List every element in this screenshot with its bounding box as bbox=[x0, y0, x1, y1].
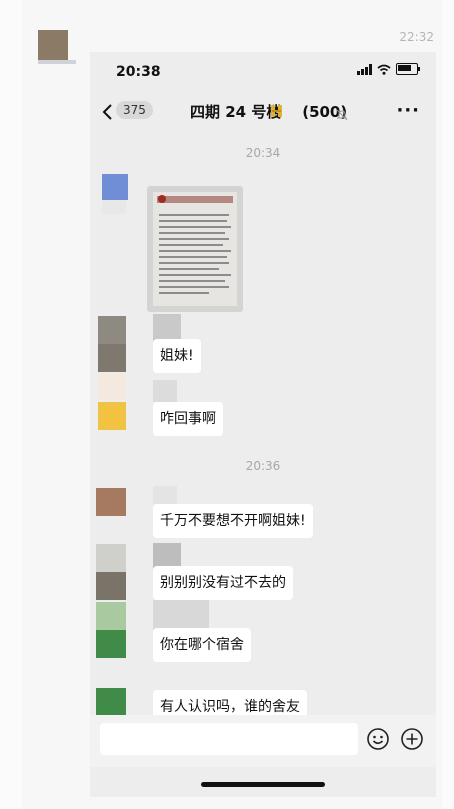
signal-icon bbox=[357, 63, 372, 75]
sender-name bbox=[153, 600, 209, 630]
message-input[interactable] bbox=[100, 723, 358, 755]
avatar[interactable] bbox=[96, 688, 126, 716]
avatar[interactable] bbox=[98, 344, 126, 372]
timestamp-divider: 20:36 bbox=[245, 459, 281, 473]
document-photo bbox=[153, 192, 237, 306]
chat-bubble[interactable]: 别别别没有过不去的 bbox=[153, 566, 293, 600]
avatar-fragment bbox=[98, 374, 126, 400]
document-text-line bbox=[159, 292, 209, 294]
outer-timestamp: 22:32 bbox=[399, 30, 434, 44]
avatar[interactable] bbox=[96, 488, 126, 516]
document-seal bbox=[158, 195, 166, 203]
image-message[interactable] bbox=[147, 186, 243, 312]
group-title: 四期 24 号楼 (500) bbox=[190, 103, 348, 121]
document-text-line bbox=[159, 250, 231, 252]
chat-header: 375 四期 24 号楼 (500) ··· bbox=[90, 92, 436, 132]
document-text-line bbox=[159, 262, 229, 264]
avatar[interactable] bbox=[98, 402, 126, 430]
unread-count-badge[interactable]: 375 bbox=[116, 101, 153, 119]
battery-icon bbox=[396, 63, 420, 75]
document-text-line bbox=[159, 256, 227, 258]
document-text-line bbox=[159, 286, 229, 288]
sender-name bbox=[153, 380, 177, 402]
wifi-icon bbox=[377, 64, 391, 75]
document-text-line bbox=[159, 268, 219, 270]
avatar[interactable] bbox=[96, 572, 126, 600]
group-emoji-icon bbox=[271, 105, 282, 117]
plus-icon[interactable] bbox=[400, 727, 424, 751]
sender-name bbox=[153, 486, 177, 504]
input-bar bbox=[90, 715, 436, 767]
document-text-line bbox=[159, 226, 231, 228]
avatar[interactable] bbox=[96, 602, 126, 630]
avatar-fragment bbox=[102, 200, 126, 214]
document-text-line bbox=[159, 238, 229, 240]
chevron-left-icon[interactable] bbox=[100, 102, 116, 122]
avatar[interactable] bbox=[102, 174, 128, 200]
emoji-icon[interactable] bbox=[366, 727, 390, 751]
chat-bubble[interactable]: 千万不要想不开啊姐妹! bbox=[153, 504, 313, 538]
document-text-line bbox=[159, 220, 227, 222]
sender-name bbox=[153, 314, 181, 342]
status-time: 20:38 bbox=[116, 64, 161, 80]
document-text-line bbox=[159, 214, 229, 216]
chat-bubble[interactable]: 姐妹! bbox=[153, 339, 201, 373]
more-icon[interactable]: ··· bbox=[396, 100, 420, 121]
avatar[interactable] bbox=[98, 316, 126, 344]
home-indicator bbox=[201, 782, 325, 787]
avatar[interactable] bbox=[96, 630, 126, 658]
chat-bubble[interactable]: 咋回事啊 bbox=[153, 402, 223, 436]
outer-sender-caption bbox=[38, 60, 76, 64]
avatar[interactable] bbox=[96, 544, 126, 572]
document-text-line bbox=[159, 232, 225, 234]
screenshot-image[interactable]: 20:38 375 四期 24 号楼 (500) ··· 20:34 姐妹! 咋… bbox=[90, 52, 436, 797]
document-text-line bbox=[159, 280, 225, 282]
chat-bubble[interactable]: 你在哪个宿舍 bbox=[153, 628, 251, 662]
status-icons bbox=[357, 63, 420, 75]
timestamp-divider: 20:34 bbox=[245, 146, 281, 160]
status-bar: 20:38 bbox=[90, 52, 436, 90]
document-text-line bbox=[159, 244, 223, 246]
document-header bbox=[157, 196, 233, 203]
mute-icon bbox=[336, 106, 348, 121]
document-text-line bbox=[159, 274, 231, 276]
outer-sender-avatar[interactable] bbox=[38, 30, 68, 60]
